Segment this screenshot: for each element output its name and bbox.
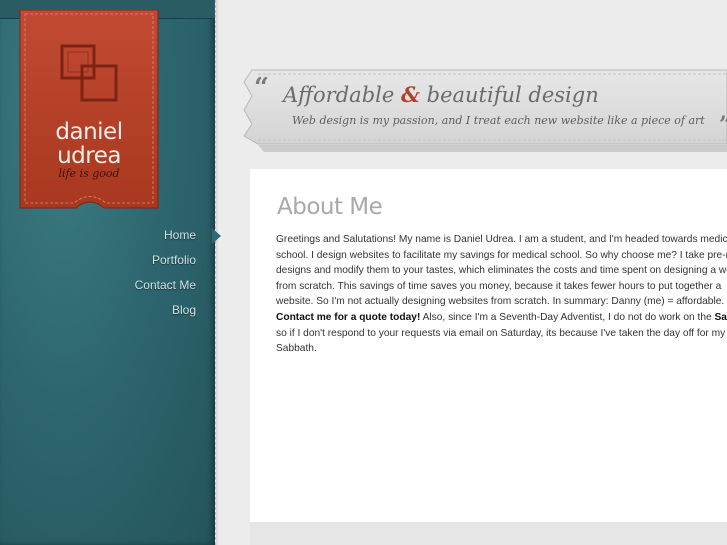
paragraph-line: from scratch. This savings of time saves… xyxy=(276,280,722,292)
paragraph-line: school. I design websites to facilitate … xyxy=(276,249,727,261)
contact-cta-link[interactable]: Contact me for a quote today! xyxy=(276,312,420,323)
nav-active-pointer xyxy=(212,228,221,244)
content-footer-strip xyxy=(250,522,727,545)
banner-title-part1: Affordable xyxy=(283,83,395,107)
paragraph-line: designs and modify them to your tastes, … xyxy=(276,265,727,277)
banner-title-part2: beautiful design xyxy=(426,83,599,107)
sabbath-emphasis: Sabbath xyxy=(714,311,727,323)
close-quote-icon: ” xyxy=(719,112,727,138)
logo-name-last: udrea xyxy=(57,143,121,169)
logo-tagline: life is good xyxy=(58,167,120,180)
paragraph-line: Sabbath. xyxy=(276,343,317,355)
open-quote-icon: “ xyxy=(254,73,269,103)
sidebar-divider xyxy=(215,0,220,545)
nav-item-blog[interactable]: Blog xyxy=(172,303,196,317)
logo-name-first: daniel xyxy=(55,119,123,145)
nav-item-portfolio[interactable]: Portfolio xyxy=(152,253,196,267)
paragraph-line: website. So I'm not actually designing w… xyxy=(276,296,725,308)
logo-ribbon xyxy=(19,10,159,209)
paragraph-line: so if I don't respond to your requests v… xyxy=(276,327,726,339)
banner-title: Affordable & beautiful design xyxy=(283,82,599,107)
page-title: About Me xyxy=(277,194,383,220)
paragraph-line: Greetings and Salutations! My name is Da… xyxy=(276,234,727,245)
nav-item-home[interactable]: Home xyxy=(164,228,196,242)
banner-subtitle: Web design is my passion, and I treat ea… xyxy=(292,114,705,127)
about-paragraph: Greetings and Salutations! My name is Da… xyxy=(276,232,727,357)
banner-ribbon xyxy=(243,69,727,152)
paragraph-line: Contact me for a quote today! Also, sinc… xyxy=(276,310,727,326)
site-logo[interactable]: daniel udrea life is good xyxy=(18,10,160,215)
nav-item-contact[interactable]: Contact Me xyxy=(135,278,196,292)
banner-title-amp: & xyxy=(400,82,420,107)
paragraph-text: Also, since I'm a Seventh-Day Adventist,… xyxy=(420,311,715,323)
tagline-banner xyxy=(240,66,727,156)
